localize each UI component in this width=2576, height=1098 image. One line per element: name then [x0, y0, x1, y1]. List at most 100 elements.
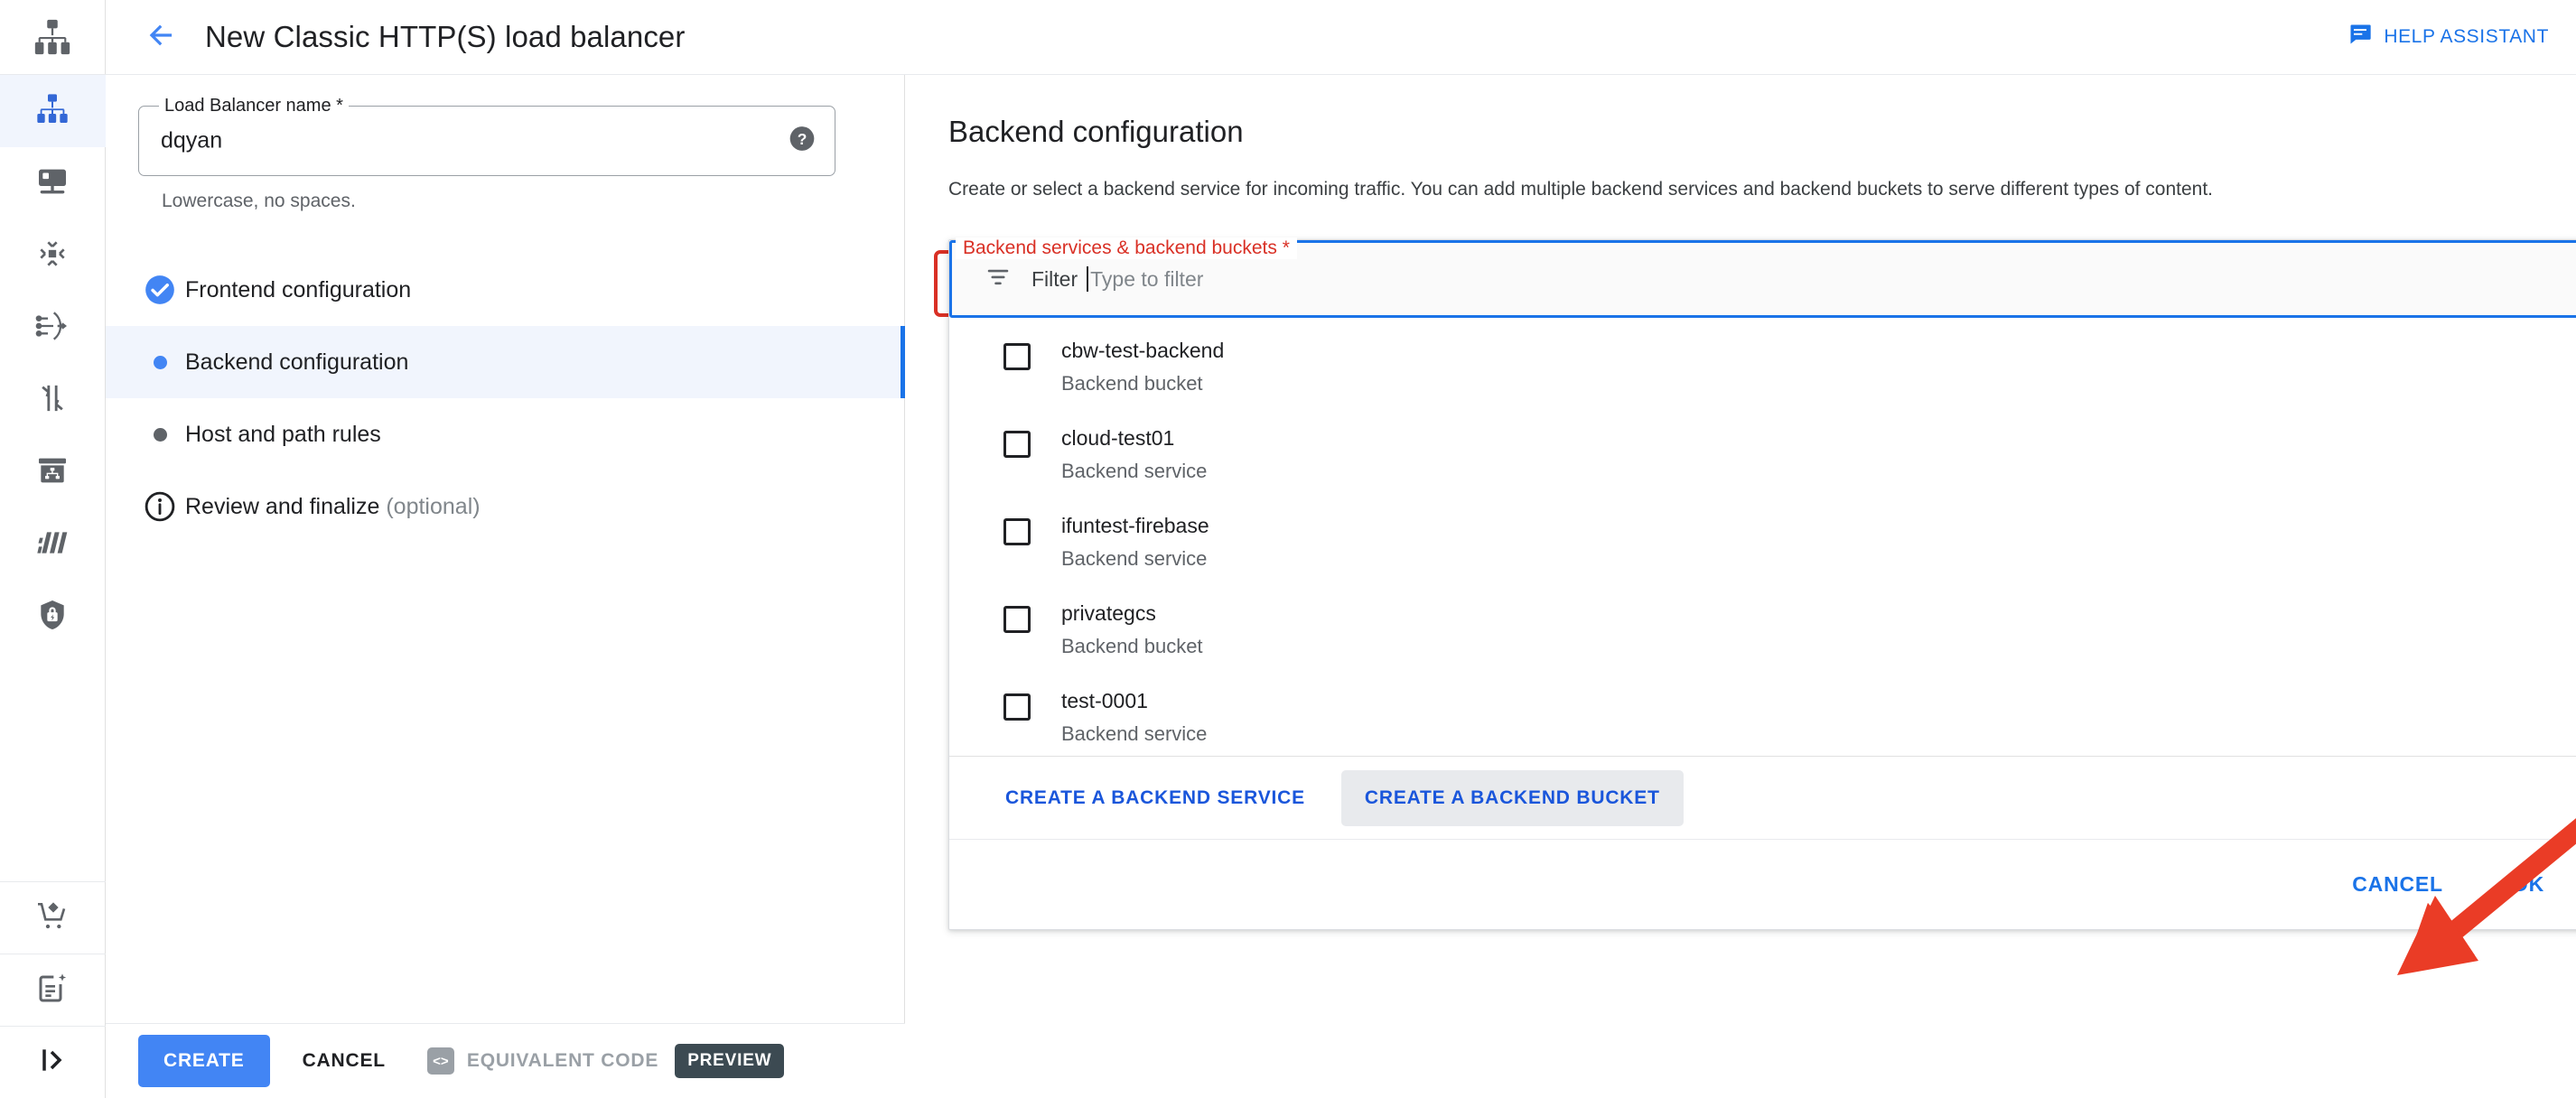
lb-name-field[interactable]: Load Balancer name * dqyan ? [138, 106, 835, 176]
list-item-type: Backend bucket [1061, 372, 1224, 395]
rail-bottom-items [0, 881, 106, 1098]
expand-panel-icon [34, 1042, 70, 1083]
rail-item-archive[interactable] [0, 436, 106, 508]
checkbox[interactable] [1003, 343, 1031, 370]
marketplace-cart-icon [34, 898, 70, 938]
list-item-type: Backend bucket [1061, 635, 1203, 658]
step-list: Frontend configuration Backend configura… [106, 254, 904, 543]
rail-item-release-notes[interactable] [0, 954, 106, 1026]
backend-configuration-panel: Backend configuration Create or select a… [905, 75, 2576, 1098]
create-a-backend-service-button[interactable]: CREATE A BACKEND SERVICE [982, 770, 1329, 826]
checkbox[interactable] [1003, 606, 1031, 633]
check-circle-icon [138, 273, 182, 307]
list-item-name: ifuntest-firebase [1061, 513, 1209, 540]
step-dot-icon [138, 428, 182, 442]
rail-item-marketplace[interactable] [0, 881, 106, 954]
help-assistant-label: HELP ASSISTANT [2384, 26, 2549, 48]
list-item[interactable]: cbw-test-backend Backend bucket [949, 318, 2576, 405]
step-dot-icon [138, 356, 182, 369]
step-label-text: Review and finalize [185, 494, 386, 519]
arrow-left-icon [145, 18, 179, 57]
rail-item-security[interactable] [0, 581, 106, 653]
back-button[interactable] [136, 12, 187, 62]
dialog-cancel-button[interactable]: CANCEL [2341, 863, 2454, 906]
checkbox[interactable] [1003, 693, 1031, 721]
backend-dropdown-panel: Filter Type to filter cbw-test-backend B… [948, 239, 2576, 930]
svg-text:?: ? [798, 130, 807, 148]
list-item-name: cbw-test-backend [1061, 338, 1224, 365]
preview-badge: PREVIEW [675, 1044, 784, 1078]
section-description: Create or select a backend service for i… [948, 176, 2576, 203]
text-caret [1087, 266, 1088, 292]
equivalent-code-button[interactable]: <> EQUIVALENT CODE PREVIEW [427, 1044, 785, 1078]
lb-name-field-wrap: Load Balancer name * dqyan ? Lowercase, … [106, 75, 904, 212]
step-label: Review and finalize (optional) [185, 494, 481, 520]
step-label: Frontend configuration [185, 277, 411, 303]
list-item-name: privategcs [1061, 600, 1203, 628]
code-brackets-icon: <> [427, 1047, 454, 1075]
list-item[interactable]: test-0001 Backend service [949, 668, 2576, 756]
lb-name-hint: Lowercase, no spaces. [162, 191, 872, 212]
filter-input[interactable]: Type to filter [1090, 267, 1203, 292]
dot [154, 428, 167, 442]
list-item-text: cloud-test01 Backend service [1061, 425, 1207, 483]
network-split-icon [34, 380, 70, 421]
checkbox[interactable] [1003, 431, 1031, 458]
rail-item-expand-panel[interactable] [0, 1026, 106, 1098]
rail-item-move[interactable] [0, 219, 106, 292]
release-notes-sparkle-icon [34, 970, 70, 1010]
monitor-instance-icon [34, 163, 70, 204]
list-item-type: Backend service [1061, 547, 1209, 571]
archive-network-icon [34, 452, 70, 493]
rail-item-load-balancing[interactable] [0, 75, 106, 147]
sidebar-item-frontend-configuration[interactable]: Frontend configuration [106, 254, 904, 326]
rail-item-network-split[interactable] [0, 364, 106, 436]
help-assistant-button[interactable]: HELP ASSISTANT [2347, 22, 2549, 52]
info-circle-icon [138, 489, 182, 524]
list-item-type: Backend service [1061, 460, 1207, 483]
equivalent-code-label: EQUIVALENT CODE [467, 1050, 658, 1072]
top-bar: New Classic HTTP(S) load balancer HELP A… [106, 0, 2576, 75]
body: Load Balancer name * dqyan ? Lowercase, … [106, 75, 2576, 1098]
list-item[interactable]: privategcs Backend bucket [949, 581, 2576, 668]
traffic-director-icon [34, 308, 70, 349]
lb-name-input[interactable]: dqyan [161, 128, 222, 154]
move-arrows-icon [34, 236, 70, 276]
page-title: New Classic HTTP(S) load balancer [205, 20, 685, 54]
checkbox[interactable] [1003, 518, 1031, 545]
bandwidth-bars-icon [34, 525, 70, 565]
left-config-panel: Load Balancer name * dqyan ? Lowercase, … [106, 75, 905, 1098]
rail-item-instance[interactable] [0, 147, 106, 219]
list-item-type: Backend service [1061, 722, 1207, 746]
rail-item-bandwidth[interactable] [0, 508, 106, 581]
list-item-text: privategcs Backend bucket [1061, 600, 1203, 658]
dialog-ok-button[interactable]: OK [2501, 863, 2555, 906]
rail-item-traffic-director[interactable] [0, 292, 106, 364]
list-item[interactable]: cloud-test01 Backend service [949, 405, 2576, 493]
list-item-text: test-0001 Backend service [1061, 688, 1207, 746]
create-buttons-row: CREATE A BACKEND SERVICE CREATE A BACKEN… [949, 756, 2576, 839]
load-balancing-icon [34, 91, 70, 132]
create-a-backend-bucket-button[interactable]: CREATE A BACKEND BUCKET [1341, 770, 1684, 826]
footer-action-bar: CREATE CANCEL <> EQUIVALENT CODE PREVIEW [106, 1023, 905, 1098]
sidebar-item-host-and-path-rules[interactable]: Host and path rules [106, 398, 904, 470]
backend-select-group: Backend services & backend buckets * Fi [948, 239, 2538, 930]
create-button[interactable]: CREATE [138, 1035, 270, 1087]
backend-select-label: Backend services & backend buckets * [956, 237, 1297, 259]
lb-name-label: Load Balancer name * [159, 96, 349, 116]
rail-items [0, 75, 106, 768]
sidebar-item-backend-configuration[interactable]: Backend configuration [106, 326, 904, 398]
list-item[interactable]: ifuntest-firebase Backend service [949, 493, 2576, 581]
dot [154, 356, 167, 369]
filter-label: Filter [1031, 267, 1078, 292]
shield-lock-icon [34, 597, 70, 637]
chat-icon [2347, 22, 2373, 52]
dialog-actions-row: CANCEL OK [949, 839, 2576, 929]
sidebar-item-review-and-finalize[interactable]: Review and finalize (optional) [106, 470, 904, 543]
cancel-button[interactable]: CANCEL [279, 1035, 409, 1087]
section-title: Backend configuration [948, 115, 2576, 149]
step-label-optional: (optional) [386, 494, 480, 519]
list-item-name: cloud-test01 [1061, 425, 1207, 452]
help-circle-icon[interactable]: ? [788, 125, 817, 158]
backend-options-list[interactable]: cbw-test-backend Backend bucket cloud-te… [949, 318, 2576, 756]
